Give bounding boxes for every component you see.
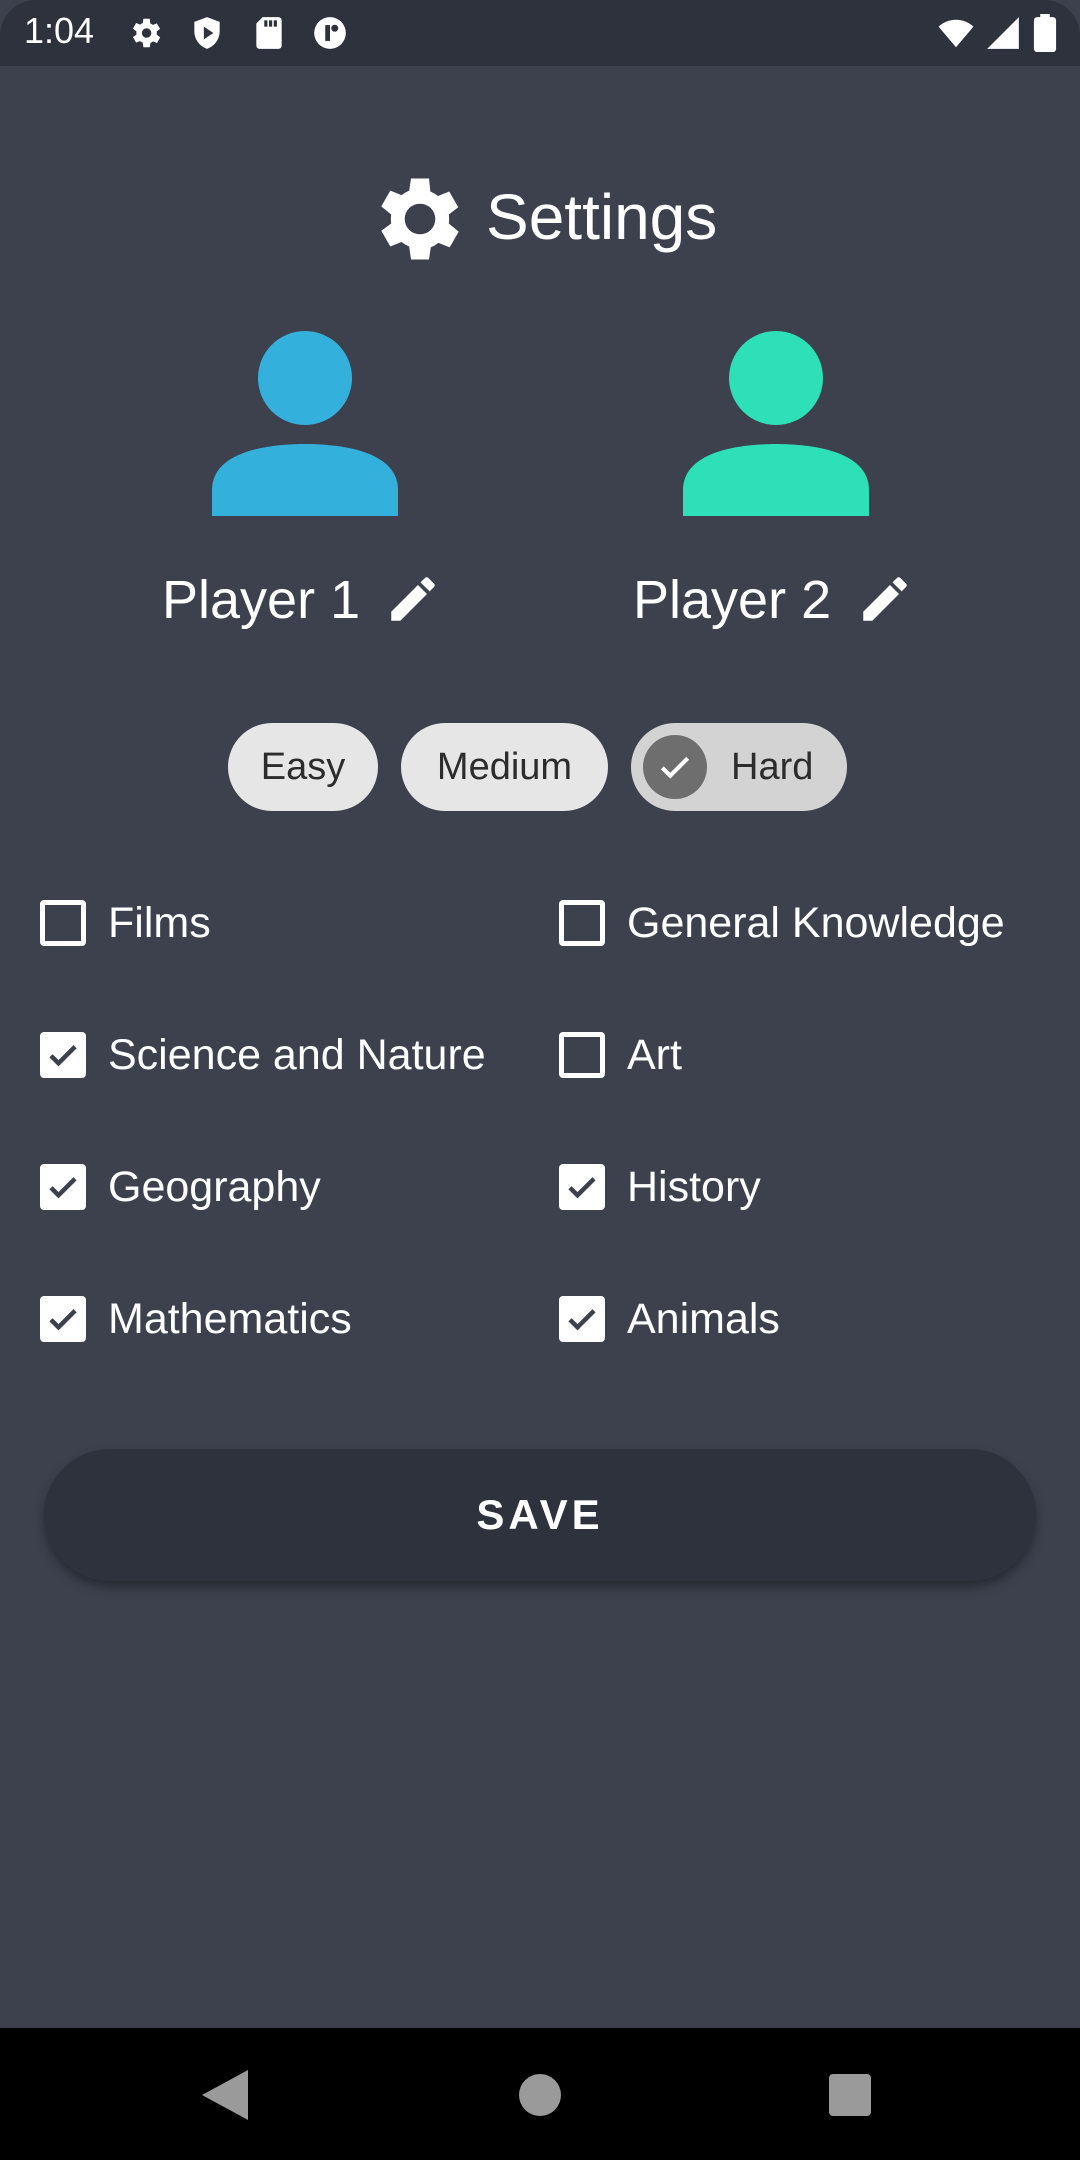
checkbox-label: Animals [627, 1294, 780, 1343]
recents-icon[interactable] [829, 2074, 871, 2116]
checkbox-box[interactable] [40, 1296, 86, 1342]
page-title: Settings [486, 181, 718, 253]
gear-icon [381, 178, 459, 260]
checkbox-label: General Knowledge [627, 898, 1005, 947]
checkbox-label: History [627, 1162, 761, 1211]
checkmark-icon [568, 1177, 596, 1199]
checkbox-box[interactable] [40, 1164, 86, 1210]
checkbox-label: Films [108, 898, 211, 947]
category-checkbox-animals[interactable]: Animals [559, 1284, 780, 1354]
wifi-icon [938, 19, 974, 48]
checkbox-label: Science and Nature [108, 1030, 486, 1079]
home-icon[interactable] [519, 2074, 561, 2116]
player-2-name: Player 2 [633, 570, 832, 630]
category-checkbox-history[interactable]: History [559, 1152, 761, 1222]
player-1-name: Player 1 [162, 570, 361, 630]
chip-medium[interactable]: Medium [401, 723, 608, 811]
checkbox-box[interactable] [559, 900, 605, 946]
gear-icon [132, 18, 161, 48]
checkbox-box[interactable] [40, 1032, 86, 1078]
checkbox-label: Art [627, 1030, 682, 1079]
navigation-bar [0, 2028, 1080, 2160]
back-icon[interactable] [202, 2070, 248, 2120]
checkbox-label: Mathematics [108, 1294, 352, 1343]
category-checkbox-geography[interactable]: Geography [40, 1152, 321, 1222]
category-checkbox-mathematics[interactable]: Mathematics [40, 1284, 352, 1354]
status-bar: 1:04 [0, 0, 1080, 66]
edit-player-2-icon[interactable] [856, 570, 914, 628]
category-checkbox-science-and-nature[interactable]: Science and Nature [40, 1020, 486, 1090]
category-checkbox-art[interactable]: Art [559, 1020, 682, 1090]
edit-player-1-icon[interactable] [384, 570, 442, 628]
status-time: 1:04 [24, 10, 95, 51]
player-1-avatar-icon[interactable] [212, 330, 398, 516]
checkmark-icon [49, 1045, 77, 1067]
circle-badge-icon [314, 17, 346, 49]
chip-hard[interactable]: Hard [631, 723, 847, 811]
checkbox-box[interactable] [559, 1032, 605, 1078]
chip-easy[interactable]: Easy [228, 723, 378, 811]
signal-icon [987, 17, 1019, 49]
player-2-avatar-icon[interactable] [683, 330, 869, 516]
category-checkbox-films[interactable]: Films [40, 888, 211, 958]
checkmark-icon [568, 1309, 596, 1331]
category-checkbox-general-knowledge[interactable]: General Knowledge [559, 888, 1005, 958]
check-icon [643, 735, 707, 799]
checkbox-label: Geography [108, 1162, 321, 1211]
checkbox-box[interactable] [40, 900, 86, 946]
chip-easy-label: Easy [260, 745, 346, 788]
checkmark-icon [49, 1177, 77, 1199]
sd-card-icon [256, 17, 282, 49]
page-header: Settings [0, 160, 1080, 280]
shield-play-icon [194, 17, 220, 49]
checkbox-box[interactable] [559, 1164, 605, 1210]
battery-icon [1033, 14, 1057, 52]
checkbox-box[interactable] [559, 1296, 605, 1342]
chip-hard-label: Hard [731, 745, 814, 788]
chip-medium-label: Medium [436, 745, 573, 788]
save-button[interactable]: SAVE [44, 1449, 1036, 1581]
checkmark-icon [49, 1309, 77, 1331]
